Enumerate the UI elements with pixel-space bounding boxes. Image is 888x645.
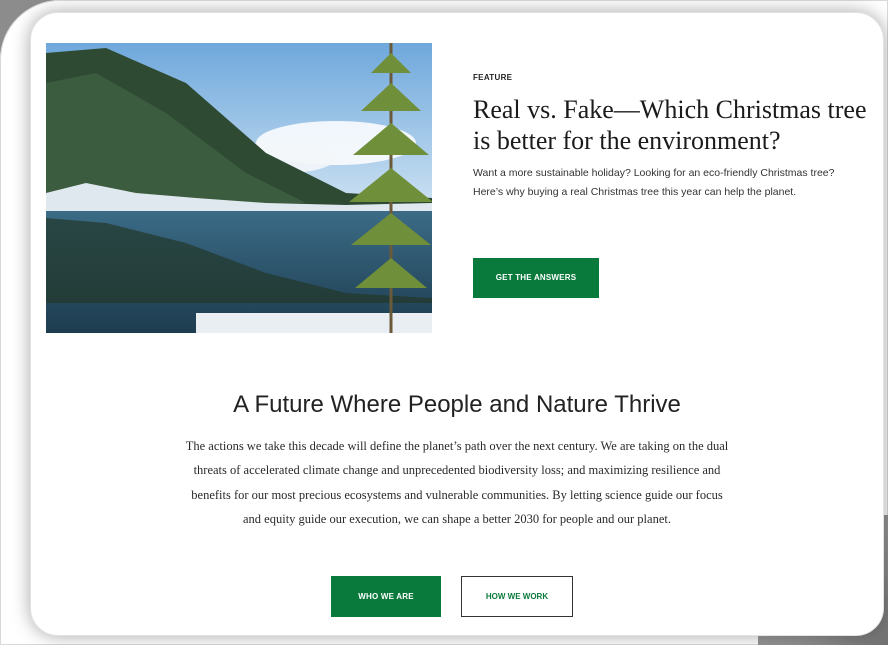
feature-image[interactable] [46, 43, 432, 333]
feature-kicker: FEATURE [473, 73, 513, 82]
mission-body: The actions we take this decade will def… [185, 439, 729, 527]
feature-headline[interactable]: Real vs. Fake—Which Christmas tree is be… [473, 94, 873, 156]
snowy-lake-illustration [46, 43, 432, 333]
feature-article: FEATURE Real vs. Fake—Which Christmas tr… [473, 73, 873, 202]
get-the-answers-button[interactable]: GET THE ANSWERS [473, 258, 599, 298]
how-we-work-button[interactable]: HOW WE WORK [461, 576, 573, 617]
who-we-are-button[interactable]: WHO WE ARE [331, 576, 441, 617]
feature-description: Want a more sustainable holiday? Looking… [473, 167, 835, 198]
content-card: FEATURE Real vs. Fake—Which Christmas tr… [30, 12, 884, 636]
mission-title: A Future Where People and Nature Thrive [233, 391, 681, 418]
